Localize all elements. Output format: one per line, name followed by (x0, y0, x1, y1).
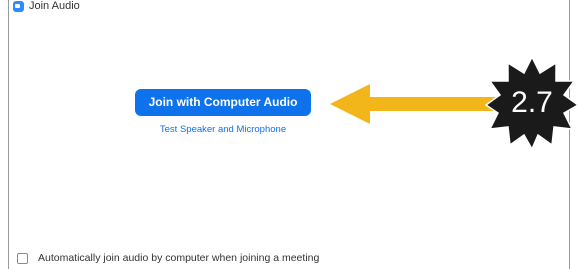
auto-join-row[interactable]: Automatically join audio by computer whe… (17, 250, 319, 266)
zoom-app-icon (13, 1, 24, 12)
join-computer-audio-button[interactable]: Join with Computer Audio (135, 89, 311, 116)
screenshot-stage: Join Audio Join with Computer Audio Test… (0, 0, 579, 269)
auto-join-checkbox[interactable] (17, 252, 28, 264)
title-bar: Join Audio (9, 0, 569, 14)
auto-join-label: Automatically join audio by computer whe… (38, 252, 320, 264)
test-speaker-microphone-link[interactable]: Test Speaker and Microphone (135, 124, 311, 135)
window-title: Join Audio (29, 0, 80, 12)
annotation-badge-label: 2.7 (511, 86, 553, 119)
